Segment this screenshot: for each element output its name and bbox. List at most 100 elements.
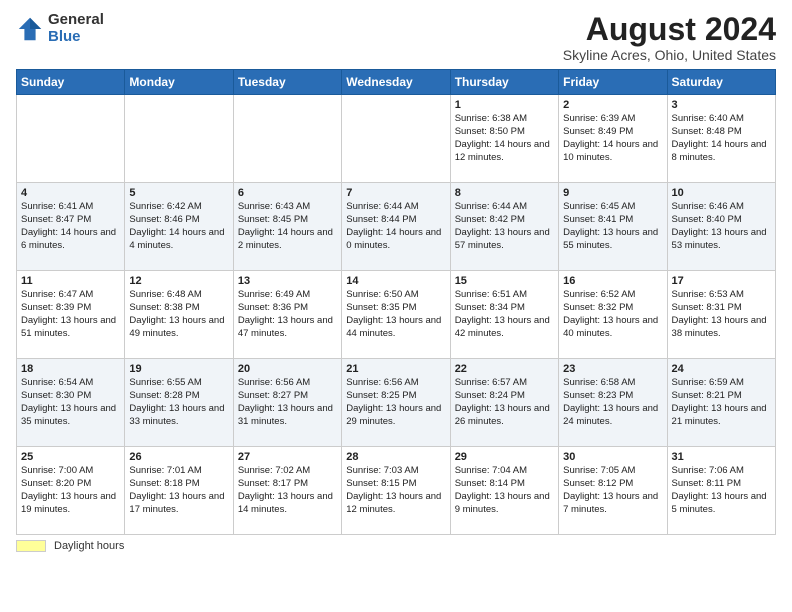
- day-info: Sunrise: 7:02 AMSunset: 8:17 PMDaylight:…: [238, 465, 337, 516]
- day-info: Sunrise: 7:06 AMSunset: 8:11 PMDaylight:…: [672, 465, 771, 516]
- table-row: 16Sunrise: 6:52 AMSunset: 8:32 PMDayligh…: [559, 271, 667, 359]
- day-number: 7: [346, 187, 445, 199]
- day-number: 20: [238, 363, 337, 375]
- day-number: 29: [455, 451, 554, 463]
- legend-label: Daylight hours: [54, 540, 124, 552]
- day-info: Sunrise: 6:42 AMSunset: 8:46 PMDaylight:…: [129, 201, 228, 252]
- day-number: 17: [672, 275, 771, 287]
- day-info: Sunrise: 6:49 AMSunset: 8:36 PMDaylight:…: [238, 289, 337, 340]
- table-row: 24 Sunrise: 6:59 AMSunset: 8:21 PMDayligh…: [667, 359, 775, 447]
- col-monday: Monday: [125, 70, 233, 95]
- day-info: Sunrise: 6:40 AMSunset: 8:48 PMDaylight:…: [672, 113, 771, 164]
- calendar-week-row: 18Sunrise: 6:54 AMSunset: 8:30 PMDayligh…: [17, 359, 776, 447]
- table-row: 23 Sunrise: 6:58 AMSunset: 8:23 PMDayligh…: [559, 359, 667, 447]
- day-info: Sunrise: 6:56 AMSunset: 8:27 PMDaylight:…: [238, 377, 337, 428]
- table-row: 20 Sunrise: 6:56 AMSunset: 8:27 PMDayligh…: [233, 359, 341, 447]
- table-row: [17, 95, 125, 183]
- day-number: 25: [21, 451, 120, 463]
- day-number: 14: [346, 275, 445, 287]
- day-info: Sunrise: 6:47 AMSunset: 8:39 PMDaylight:…: [21, 289, 120, 340]
- calendar-week-row: 4Sunrise: 6:41 AMSunset: 8:47 PMDaylight…: [17, 183, 776, 271]
- day-info: Sunrise: 6:59 AMSunset: 8:21 PMDaylight:…: [672, 377, 771, 428]
- day-number: 5: [129, 187, 228, 199]
- table-row: 5 Sunrise: 6:42 AMSunset: 8:46 PMDaylight…: [125, 183, 233, 271]
- day-number: 22: [455, 363, 554, 375]
- table-row: 3 Sunrise: 6:40 AMSunset: 8:48 PMDaylight…: [667, 95, 775, 183]
- table-row: 27 Sunrise: 7:02 AMSunset: 8:17 PMDayligh…: [233, 447, 341, 535]
- day-number: 16: [563, 275, 662, 287]
- subtitle: Skyline Acres, Ohio, United States: [563, 47, 776, 63]
- table-row: 26 Sunrise: 7:01 AMSunset: 8:18 PMDayligh…: [125, 447, 233, 535]
- day-info: Sunrise: 6:38 AMSunset: 8:50 PMDaylight:…: [455, 113, 554, 164]
- day-number: 24: [672, 363, 771, 375]
- table-row: 1 Sunrise: 6:38 AMSunset: 8:50 PMDaylight…: [450, 95, 558, 183]
- day-info: Sunrise: 6:53 AMSunset: 8:31 PMDaylight:…: [672, 289, 771, 340]
- day-number: 13: [238, 275, 337, 287]
- page: General Blue August 2024 Skyline Acres, …: [0, 0, 792, 612]
- calendar-week-row: 1 Sunrise: 6:38 AMSunset: 8:50 PMDaylight…: [17, 95, 776, 183]
- table-row: 18Sunrise: 6:54 AMSunset: 8:30 PMDayligh…: [17, 359, 125, 447]
- day-number: 31: [672, 451, 771, 463]
- table-row: [342, 95, 450, 183]
- day-info: Sunrise: 6:50 AMSunset: 8:35 PMDaylight:…: [346, 289, 445, 340]
- day-info: Sunrise: 6:43 AMSunset: 8:45 PMDaylight:…: [238, 201, 337, 252]
- table-row: 30Sunrise: 7:05 AMSunset: 8:12 PMDayligh…: [559, 447, 667, 535]
- logo-general: General: [48, 12, 104, 29]
- table-row: 21Sunrise: 6:56 AMSunset: 8:25 PMDayligh…: [342, 359, 450, 447]
- day-info: Sunrise: 6:57 AMSunset: 8:24 PMDaylight:…: [455, 377, 554, 428]
- legend-box: [16, 540, 46, 552]
- day-info: Sunrise: 6:55 AMSunset: 8:28 PMDaylight:…: [129, 377, 228, 428]
- calendar-week-row: 11 Sunrise: 6:47 AMSunset: 8:39 PMDayligh…: [17, 271, 776, 359]
- main-title: August 2024: [563, 12, 776, 47]
- day-number: 11: [21, 275, 120, 287]
- day-info: Sunrise: 6:39 AMSunset: 8:49 PMDaylight:…: [563, 113, 662, 164]
- day-info: Sunrise: 7:01 AMSunset: 8:18 PMDaylight:…: [129, 465, 228, 516]
- day-number: 28: [346, 451, 445, 463]
- day-info: Sunrise: 6:44 AMSunset: 8:44 PMDaylight:…: [346, 201, 445, 252]
- day-number: 12: [129, 275, 228, 287]
- day-number: 27: [238, 451, 337, 463]
- logo-text: General Blue: [48, 12, 104, 45]
- day-number: 4: [21, 187, 120, 199]
- day-number: 2: [563, 99, 662, 111]
- table-row: 13 Sunrise: 6:49 AMSunset: 8:36 PMDayligh…: [233, 271, 341, 359]
- day-number: 6: [238, 187, 337, 199]
- logo-icon: [16, 15, 44, 43]
- header: General Blue August 2024 Skyline Acres, …: [16, 12, 776, 63]
- table-row: 28 Sunrise: 7:03 AMSunset: 8:15 PMDayligh…: [342, 447, 450, 535]
- table-row: 31 Sunrise: 7:06 AMSunset: 8:11 PMDayligh…: [667, 447, 775, 535]
- table-row: 19 Sunrise: 6:55 AMSunset: 8:28 PMDayligh…: [125, 359, 233, 447]
- table-row: 4Sunrise: 6:41 AMSunset: 8:47 PMDaylight…: [17, 183, 125, 271]
- day-number: 1: [455, 99, 554, 111]
- table-row: 29Sunrise: 7:04 AMSunset: 8:14 PMDayligh…: [450, 447, 558, 535]
- table-row: 14 Sunrise: 6:50 AMSunset: 8:35 PMDayligh…: [342, 271, 450, 359]
- table-row: 22 Sunrise: 6:57 AMSunset: 8:24 PMDayligh…: [450, 359, 558, 447]
- table-row: 6 Sunrise: 6:43 AMSunset: 8:45 PMDaylight…: [233, 183, 341, 271]
- day-number: 9: [563, 187, 662, 199]
- footer: Daylight hours: [16, 540, 776, 552]
- table-row: 8Sunrise: 6:44 AMSunset: 8:42 PMDaylight…: [450, 183, 558, 271]
- day-info: Sunrise: 7:00 AMSunset: 8:20 PMDaylight:…: [21, 465, 120, 516]
- table-row: 10Sunrise: 6:46 AMSunset: 8:40 PMDayligh…: [667, 183, 775, 271]
- day-info: Sunrise: 6:48 AMSunset: 8:38 PMDaylight:…: [129, 289, 228, 340]
- day-number: 10: [672, 187, 771, 199]
- day-number: 23: [563, 363, 662, 375]
- day-info: Sunrise: 6:51 AMSunset: 8:34 PMDaylight:…: [455, 289, 554, 340]
- day-number: 19: [129, 363, 228, 375]
- day-info: Sunrise: 6:44 AMSunset: 8:42 PMDaylight:…: [455, 201, 554, 252]
- table-row: 2 Sunrise: 6:39 AMSunset: 8:49 PMDaylight…: [559, 95, 667, 183]
- day-number: 15: [455, 275, 554, 287]
- calendar-header-row: Sunday Monday Tuesday Wednesday Thursday…: [17, 70, 776, 95]
- day-info: Sunrise: 6:58 AMSunset: 8:23 PMDaylight:…: [563, 377, 662, 428]
- day-number: 26: [129, 451, 228, 463]
- col-sunday: Sunday: [17, 70, 125, 95]
- day-number: 18: [21, 363, 120, 375]
- col-tuesday: Tuesday: [233, 70, 341, 95]
- day-info: Sunrise: 6:45 AMSunset: 8:41 PMDaylight:…: [563, 201, 662, 252]
- day-number: 3: [672, 99, 771, 111]
- col-wednesday: Wednesday: [342, 70, 450, 95]
- logo: General Blue: [16, 12, 104, 45]
- table-row: 9 Sunrise: 6:45 AMSunset: 8:41 PMDaylight…: [559, 183, 667, 271]
- day-number: 21: [346, 363, 445, 375]
- day-info: Sunrise: 7:03 AMSunset: 8:15 PMDaylight:…: [346, 465, 445, 516]
